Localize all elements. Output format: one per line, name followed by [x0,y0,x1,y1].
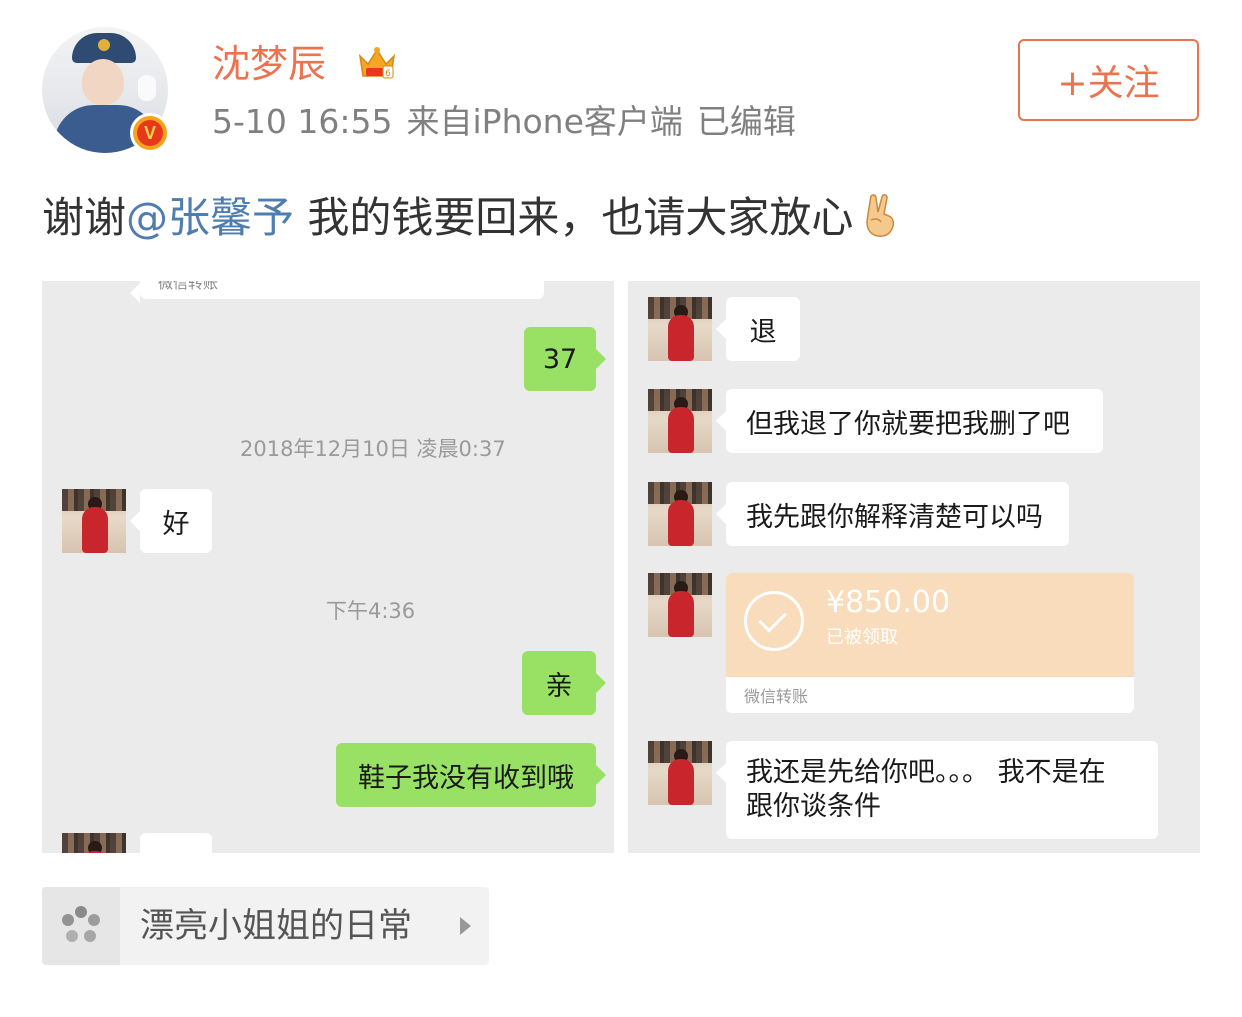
mention-link[interactable]: @张馨予 [126,193,294,242]
contact-avatar [62,833,126,853]
topic-chip[interactable]: 漂亮小姐姐的日常 [42,887,489,965]
partial-transfer-card: 微信转账 [130,281,544,303]
edited-label[interactable]: 已编辑 [697,102,796,141]
username[interactable]: 沈梦辰 [212,38,326,90]
chat-message-out: 37 [524,327,606,391]
contact-avatar [62,489,126,553]
chat-message-in: 我还是先给你吧。。。 我不是在 跟你谈条件 [716,741,1158,839]
chat-screenshot-right[interactable]: 退 但我退了你就要把我删了吧 我先跟你解释清楚可以吗 ¥850.00 已被领取 … [628,281,1200,853]
chat-message-in-partial [140,833,212,853]
post-meta: 5-10 16:55 来自iPhone客户端 已编辑 [212,98,810,146]
verified-badge-icon: V [130,113,170,153]
wechat-transfer-card[interactable]: ¥850.00 已被领取 微信转账 [726,573,1134,713]
post-text-before: 谢谢 [42,193,127,242]
contact-avatar [648,741,712,805]
topic-icon [42,887,120,965]
post-text: 谢谢@张馨予 我的钱要回来，也请大家放心 [42,188,903,248]
post-source: 来自iPhone客户端 [406,102,683,141]
transfer-status: 已被领取 [826,627,898,648]
chat-screenshot-left[interactable]: 微信转账 37 2018年12月10日 凌晨0:37 好 下午4:36 亲 鞋子… [42,281,614,853]
chat-timestamp: 下午4:36 [326,599,416,623]
post-text-after: 我的钱要回来，也请大家放心 [294,193,854,242]
topic-label[interactable]: 漂亮小姐姐的日常 [140,887,412,965]
contact-avatar [648,482,712,546]
post-time[interactable]: 5-10 16:55 [212,102,393,141]
contact-avatar [648,573,712,637]
chat-message-in: 我先跟你解释清楚可以吗 [716,482,1069,546]
follow-button[interactable]: +关注 [1018,39,1199,121]
chat-message-in: 退 [716,297,800,361]
contact-avatar [648,297,712,361]
victory-hand-icon [866,194,895,237]
transfer-label: 微信转账 [744,687,809,706]
contact-avatar [648,389,712,453]
transfer-amount: ¥850.00 [826,585,951,620]
chat-message-in: 但我退了你就要把我删了吧 [716,389,1103,453]
chat-message-in: 好 [130,489,212,553]
chevron-right-icon [460,917,471,935]
vip-crown-icon[interactable]: 6 [356,42,398,84]
svg-text:6: 6 [385,69,391,79]
check-circle-icon [744,591,804,651]
chat-message-out: 亲 [522,651,606,715]
chat-timestamp: 2018年12月10日 凌晨0:37 [240,437,506,461]
chat-message-out: 鞋子我没有收到哦 [336,743,606,807]
